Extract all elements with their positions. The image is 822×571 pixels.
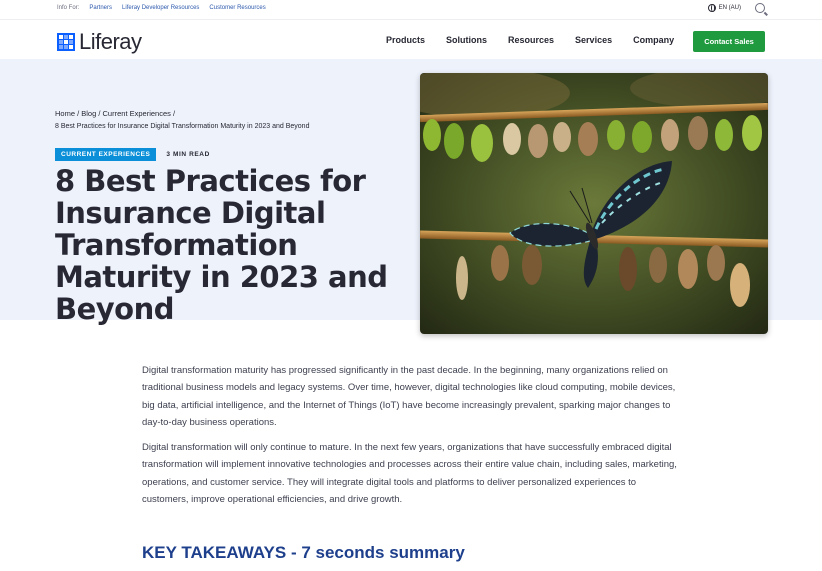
utility-links: Info For: Partners Liferay Developer Res… (57, 5, 266, 11)
utility-link-partners[interactable]: Partners (89, 5, 112, 11)
utility-link-developer-resources[interactable]: Liferay Developer Resources (122, 5, 199, 11)
language-selector[interactable]: EN (AU) (707, 4, 741, 12)
utility-right: EN (AU) (707, 3, 765, 13)
nav-item-solutions[interactable]: Solutions (446, 35, 487, 45)
read-time: 3 MIN READ (166, 151, 210, 158)
breadcrumb: Home / Blog / Current Experiences / 8 Be… (55, 107, 309, 133)
nav-item-company[interactable]: Company (633, 35, 674, 45)
breadcrumb-current: 8 Best Practices for Insurance Digital T… (55, 123, 310, 130)
article-body: Digital transformation maturity has prog… (142, 362, 682, 516)
search-icon[interactable] (755, 3, 765, 13)
article-paragraph: Digital transformation will only continu… (142, 442, 677, 506)
article-meta: CURRENT EXPERIENCES 3 MIN READ (55, 148, 210, 161)
liferay-logo-icon (57, 33, 75, 51)
globe-icon (707, 4, 716, 12)
article-paragraph: Digital transformation maturity has prog… (142, 365, 676, 428)
nav-menu: Products Solutions Resources Services Co… (386, 35, 674, 45)
logo-text: Liferay (79, 29, 142, 54)
page-title: 8 Best Practices for Insurance Digital T… (55, 164, 388, 326)
hero-image (420, 73, 768, 334)
utility-bar: Info For: Partners Liferay Developer Res… (0, 0, 822, 20)
nav-item-resources[interactable]: Resources (508, 35, 554, 45)
utility-link-customer-resources[interactable]: Customer Resources (209, 5, 265, 11)
liferay-logo[interactable]: Liferay (57, 29, 142, 55)
butterfly-chrysalis-image (420, 73, 768, 334)
category-tag[interactable]: CURRENT EXPERIENCES (55, 148, 157, 161)
breadcrumb-trail[interactable]: Home / Blog / Current Experiences / (55, 109, 175, 118)
language-label: EN (AU) (718, 5, 741, 11)
key-takeaways-heading: KEY TAKEAWAYS - 7 seconds summary (142, 543, 465, 562)
main-navbar: Liferay Products Solutions Resources Ser… (0, 21, 822, 59)
nav-item-products[interactable]: Products (386, 35, 425, 45)
nav-item-services[interactable]: Services (575, 35, 612, 45)
info-for-label: Info For: (57, 5, 80, 11)
contact-sales-button[interactable]: Contact Sales (693, 31, 765, 52)
